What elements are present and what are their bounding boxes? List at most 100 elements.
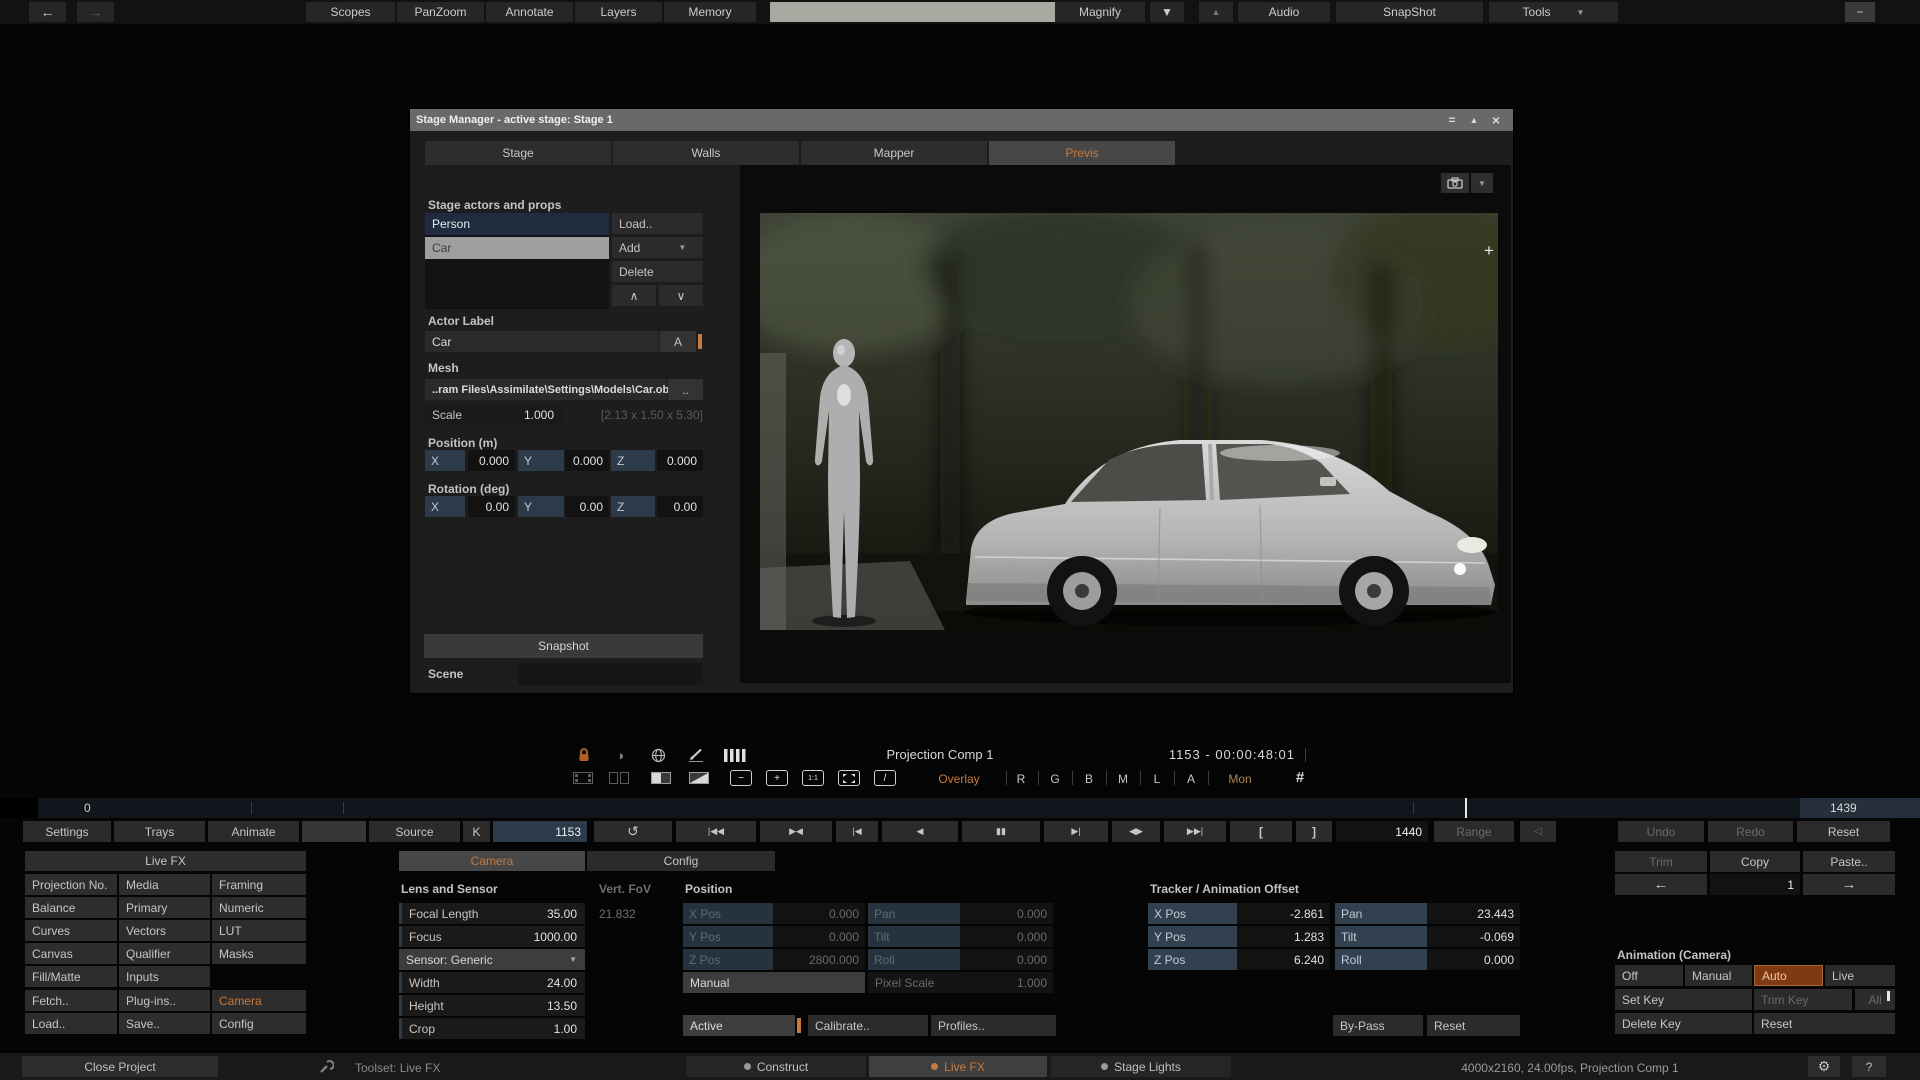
- playhead[interactable]: [1465, 798, 1467, 818]
- cam-roll-value[interactable]: 0.000: [960, 949, 1053, 970]
- menu-fetch[interactable]: Fetch..: [25, 990, 117, 1011]
- move-down-button[interactable]: ∨: [659, 285, 703, 306]
- rot-z-value[interactable]: 0.00: [657, 496, 703, 517]
- menu-curves[interactable]: Curves: [25, 920, 117, 941]
- memory-button[interactable]: Memory: [664, 2, 756, 22]
- wrench-icon[interactable]: [318, 1059, 334, 1075]
- trk-tilt-value[interactable]: -0.069: [1427, 926, 1520, 947]
- grid-overlay-icon[interactable]: #: [1290, 769, 1310, 786]
- paste-button[interactable]: Paste..: [1803, 851, 1895, 872]
- livefx-toolset-button[interactable]: Live FX: [869, 1056, 1047, 1077]
- menu-balance[interactable]: Balance: [25, 897, 117, 918]
- font-button[interactable]: A: [660, 331, 696, 352]
- menu-inputs[interactable]: Inputs: [119, 966, 210, 987]
- help-button[interactable]: ?: [1852, 1056, 1886, 1077]
- menu-plugins[interactable]: Plug-ins..: [119, 990, 210, 1011]
- dialog-titlebar[interactable]: Stage Manager - active stage: Stage 1 = …: [410, 109, 1513, 131]
- mute-button[interactable]: ◁: [1520, 821, 1556, 842]
- play-in-out-button[interactable]: ▶◀: [760, 821, 832, 842]
- timeline-strip[interactable]: 0 1439: [0, 798, 1920, 818]
- focal-length-row[interactable]: Focal Length 35.00: [399, 903, 585, 924]
- menu-icon[interactable]: =: [1443, 109, 1461, 131]
- tracker-reset-button[interactable]: Reset: [1427, 1015, 1520, 1036]
- annotate-button[interactable]: Annotate: [486, 2, 573, 22]
- split-panel-icon[interactable]: [648, 770, 674, 786]
- pause-button[interactable]: ▮▮: [962, 821, 1040, 842]
- scene-input[interactable]: [518, 663, 703, 685]
- settings-gear-button[interactable]: ⚙: [1808, 1056, 1840, 1077]
- tab-mapper[interactable]: Mapper: [801, 141, 987, 165]
- rot-y-value[interactable]: 0.00: [565, 496, 609, 517]
- mode-auto-button[interactable]: Auto: [1754, 965, 1823, 986]
- tab-camera[interactable]: Camera: [399, 851, 585, 871]
- move-up-button[interactable]: ∧: [612, 285, 656, 306]
- cam-tilt-value[interactable]: 0.000: [960, 926, 1053, 947]
- one-to-one-button[interactable]: 1:1: [802, 770, 824, 786]
- loop-button[interactable]: ↺: [594, 821, 672, 842]
- filmstrip-bars-icon[interactable]: [722, 746, 748, 764]
- menu-vectors[interactable]: Vectors: [119, 920, 210, 941]
- k-button[interactable]: K: [463, 821, 490, 842]
- annotate-pen-button[interactable]: [684, 746, 708, 764]
- play-reverse-button[interactable]: ◀: [882, 821, 958, 842]
- zoom-in-button[interactable]: +: [766, 770, 788, 786]
- animation-reset-button[interactable]: Reset: [1754, 1013, 1895, 1034]
- halftone-circle-icon[interactable]: ◑: [608, 746, 632, 764]
- source-button[interactable]: Source: [369, 821, 460, 842]
- trim-key-button[interactable]: Trim Key: [1754, 989, 1852, 1010]
- previs-viewport[interactable]: ▼: [740, 165, 1511, 683]
- scopes-button[interactable]: Scopes: [306, 2, 395, 22]
- menu-canvas[interactable]: Canvas: [25, 943, 117, 964]
- filmstrip-b-icon[interactable]: [606, 770, 632, 786]
- fit-screen-button[interactable]: [838, 770, 860, 786]
- diagonal-split-icon[interactable]: [686, 770, 712, 786]
- audio-button[interactable]: Audio: [1238, 2, 1330, 22]
- set-key-button[interactable]: Set Key: [1615, 989, 1752, 1010]
- menu-lut[interactable]: LUT: [212, 920, 306, 941]
- width-row[interactable]: Width 24.00: [399, 972, 585, 993]
- channel-g[interactable]: G: [1046, 772, 1064, 786]
- sensor-dropdown[interactable]: Sensor: Generic ▼: [399, 949, 585, 970]
- reset-button[interactable]: Reset: [1797, 821, 1890, 842]
- go-end-button[interactable]: ▶▶|: [1164, 821, 1226, 842]
- mode-manual-button[interactable]: Manual: [1685, 965, 1752, 986]
- animate-button[interactable]: Animate: [208, 821, 299, 842]
- magnify-down-icon[interactable]: ▼: [1150, 2, 1184, 22]
- mode-live-button[interactable]: Live: [1825, 965, 1895, 986]
- delete-button[interactable]: Delete: [612, 261, 703, 282]
- minimize-button[interactable]: −: [1845, 2, 1875, 22]
- layers-button[interactable]: Layers: [575, 2, 662, 22]
- snapshot-capture-button[interactable]: Snapshot: [424, 634, 703, 658]
- menu-masks[interactable]: Masks: [212, 943, 306, 964]
- prev-button[interactable]: ←: [1615, 874, 1707, 895]
- step-back-button[interactable]: |◀: [836, 821, 878, 842]
- step-forward-button[interactable]: ▶|: [1044, 821, 1108, 842]
- collapse-icon[interactable]: ▲: [1465, 109, 1483, 131]
- channel-r[interactable]: R: [1012, 772, 1030, 786]
- list-item-person[interactable]: Person: [425, 213, 609, 235]
- trim-button[interactable]: Trim: [1615, 851, 1707, 872]
- calibrate-button[interactable]: Calibrate..: [808, 1015, 928, 1036]
- lock-button[interactable]: [572, 746, 596, 764]
- tab-config[interactable]: Config: [587, 851, 775, 871]
- zoom-out-button[interactable]: −: [730, 770, 752, 786]
- trk-zpos-value[interactable]: 6.240: [1237, 949, 1330, 970]
- close-project-button[interactable]: Close Project: [22, 1056, 218, 1077]
- trk-pan-value[interactable]: 23.443: [1427, 903, 1520, 924]
- channel-a[interactable]: A: [1182, 772, 1200, 786]
- tab-previs[interactable]: Previs: [989, 141, 1175, 165]
- network-button[interactable]: [646, 746, 670, 764]
- next-button[interactable]: →: [1803, 874, 1895, 895]
- tools-button[interactable]: Tools ▼: [1489, 2, 1618, 22]
- go-start-button[interactable]: |◀◀: [676, 821, 756, 842]
- trays-button[interactable]: Trays: [114, 821, 205, 842]
- cam-pan-value[interactable]: 0.000: [960, 903, 1053, 924]
- forward-button[interactable]: →: [77, 2, 114, 22]
- magnify-up-icon[interactable]: ▲: [1199, 2, 1233, 22]
- overlay-button[interactable]: Overlay: [920, 772, 998, 786]
- mesh-path-input[interactable]: ..ram Files\Assimilate\Settings\Models\C…: [425, 379, 667, 400]
- filmstrip-a-icon[interactable]: [570, 770, 596, 786]
- menu-numeric[interactable]: Numeric: [212, 897, 306, 918]
- manual-button[interactable]: Manual: [683, 972, 865, 993]
- trk-ypos-value[interactable]: 1.283: [1237, 926, 1330, 947]
